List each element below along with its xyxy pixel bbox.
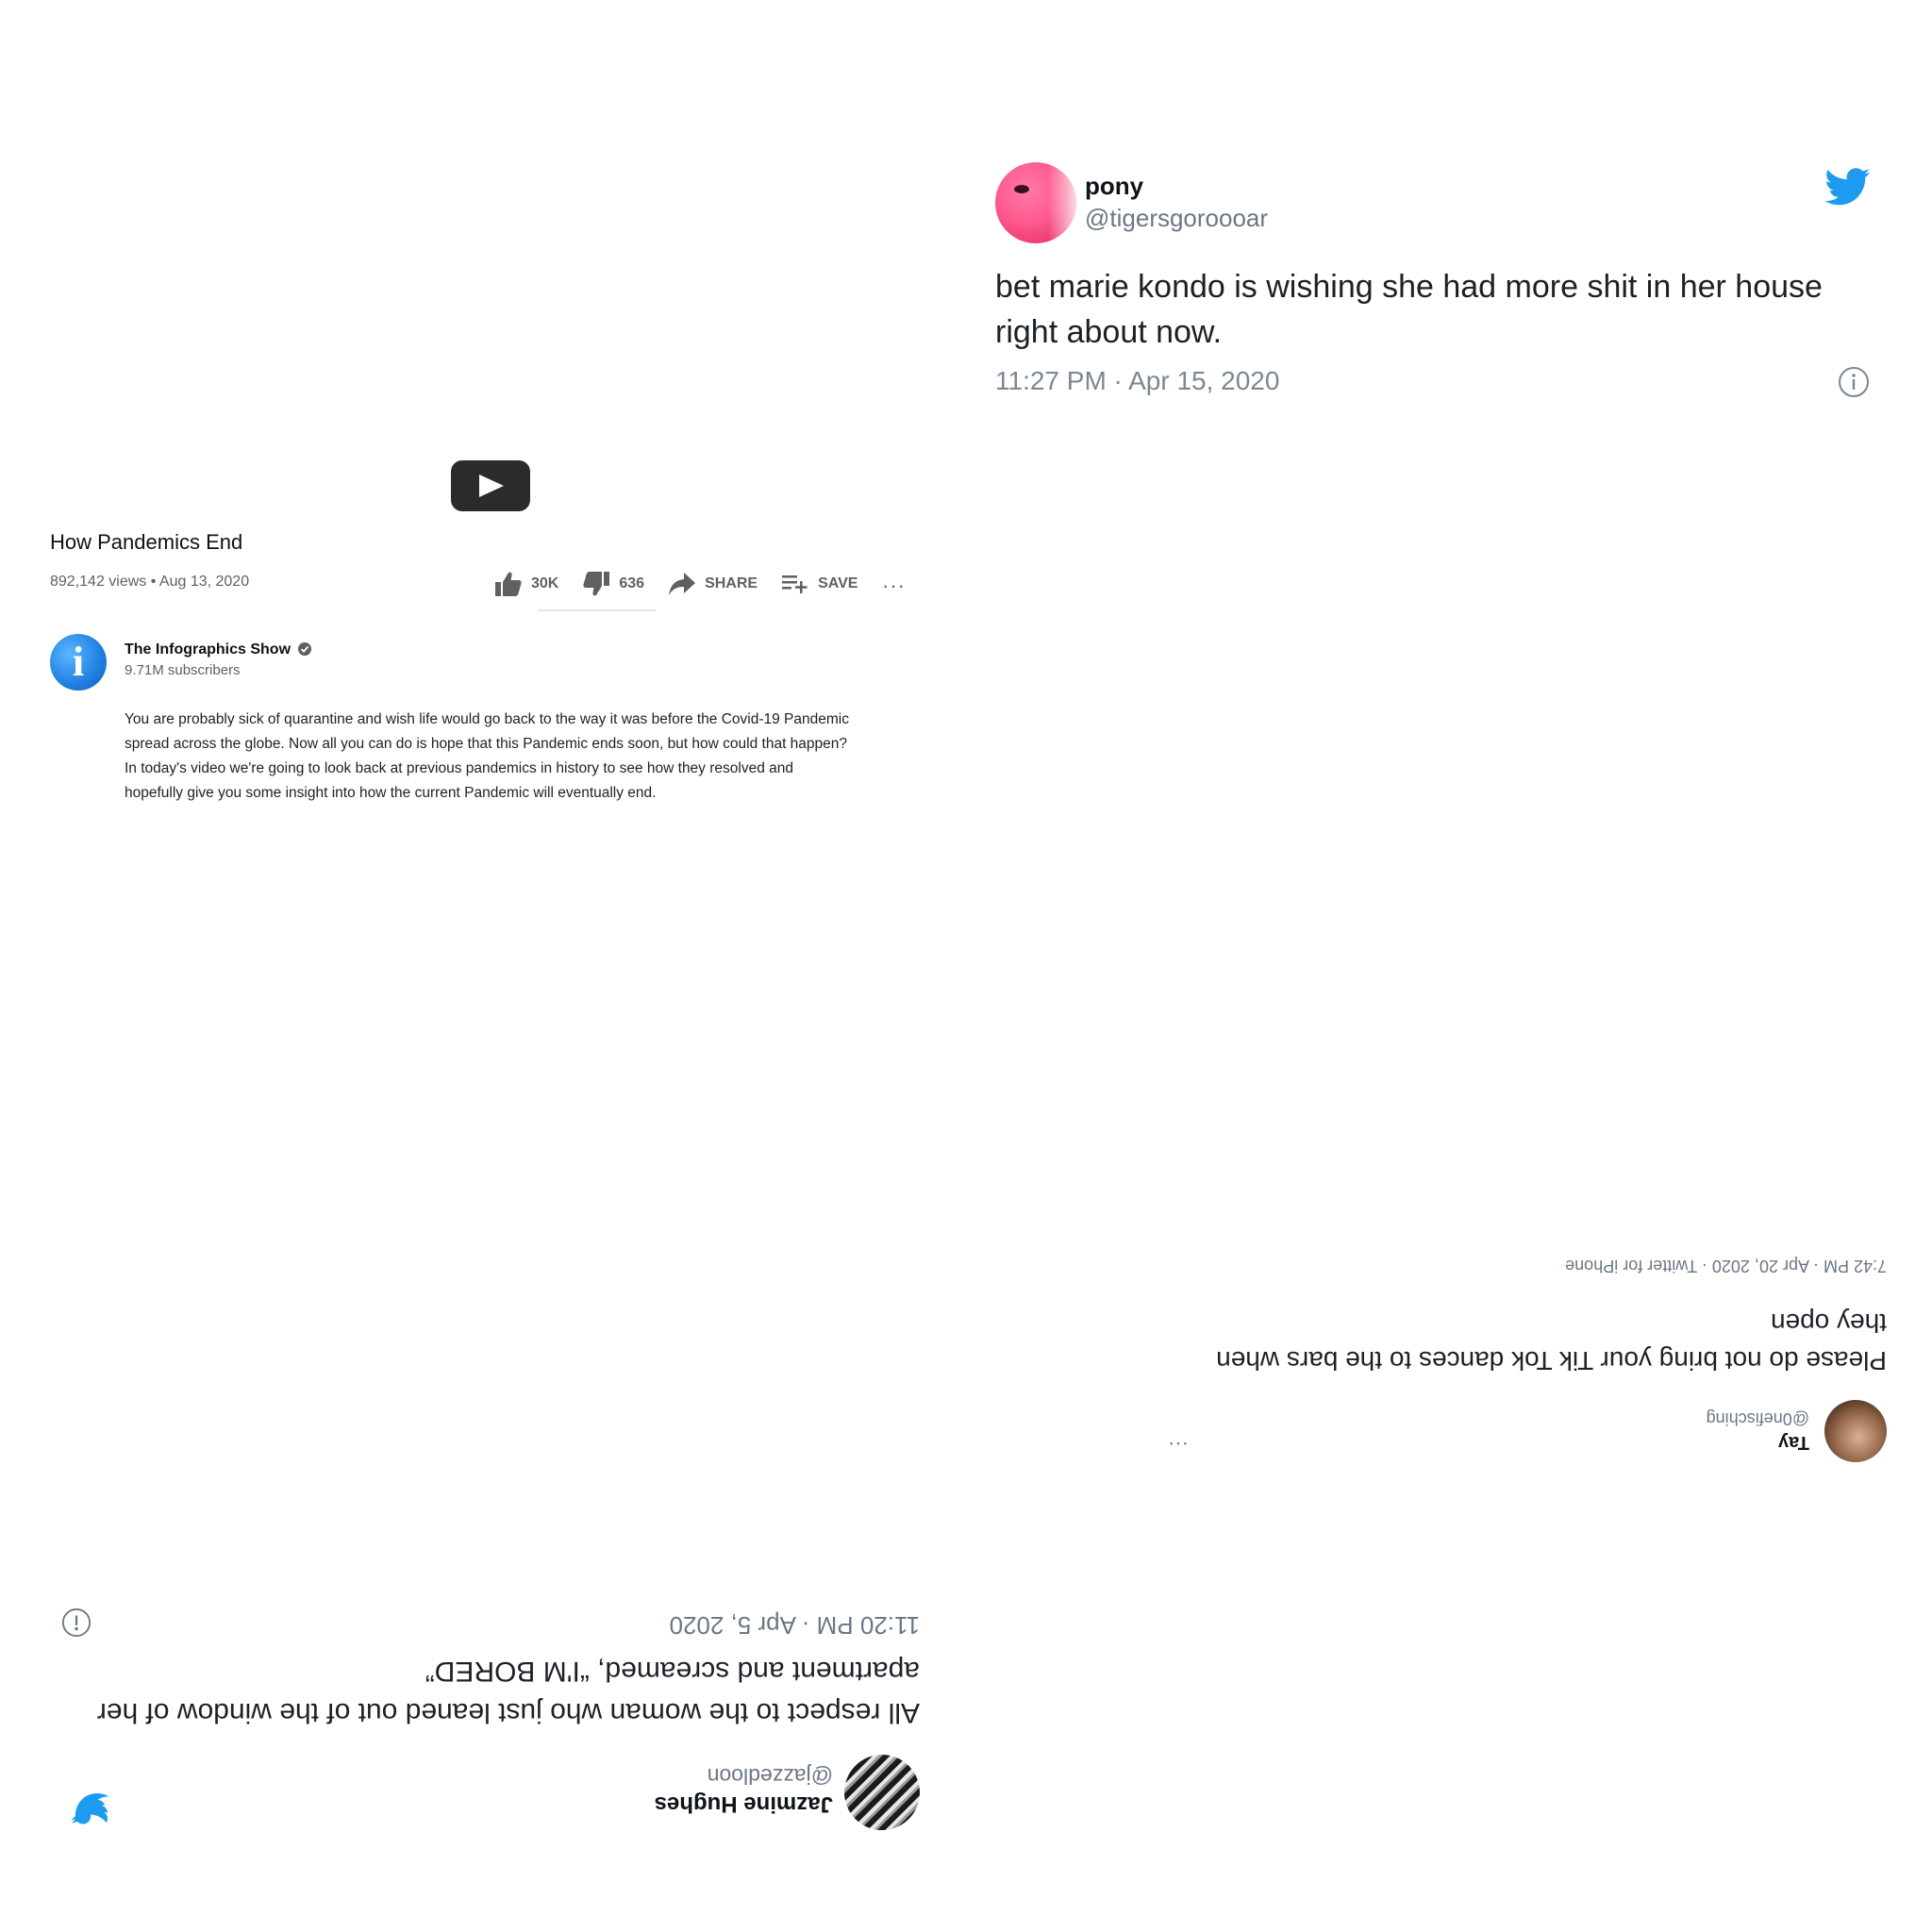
subscriber-count: 9.71M subscribers (125, 662, 241, 678)
tweet-timestamp[interactable]: 11:20 PM · Apr 5, 2020 (670, 1610, 920, 1640)
video-meta: 892,142 views • Aug 13, 2020 (50, 574, 250, 590)
tweet-jazmine: Jazmine Hughes @jazzedloon All respect t… (52, 1575, 920, 1830)
thumbs-down-icon (583, 572, 610, 596)
like-ratio-bar (538, 609, 656, 611)
tweet-timestamp[interactable]: 7:42 PM · Apr 20, 2020 · Twitter for iPh… (1565, 1256, 1887, 1275)
tweet-pony: pony @tigersgoroooar bet marie kondo is … (995, 160, 1873, 406)
channel-avatar[interactable]: i (50, 634, 107, 691)
tweet-author-handle[interactable]: @tigersgoroooar (1085, 204, 1268, 233)
dislike-button[interactable]: 636 (583, 572, 644, 596)
save-label: SAVE (818, 575, 858, 591)
video-description: You are probably sick of quarantine and … (125, 711, 849, 801)
like-button[interactable]: 30K (495, 572, 558, 596)
video-actions: 30K 636 SHARE SAVE (495, 570, 882, 598)
share-button[interactable]: SHARE (669, 573, 758, 595)
avatar[interactable] (1824, 1400, 1887, 1462)
play-button-icon[interactable] (451, 460, 530, 511)
channel-avatar-letter: i (72, 639, 85, 685)
info-icon[interactable] (61, 1607, 92, 1638)
tweet-text: Please do not bring your Tik Tok dances … (1216, 1308, 1887, 1375)
verified-check-icon (298, 642, 311, 656)
tweet-author-name[interactable]: Jazmine Hughes (655, 1790, 833, 1817)
share-arrow-icon (669, 573, 696, 595)
tweet-tay: Tay @0nefisching ··· Please do not bring… (1160, 1245, 1887, 1462)
dislike-count: 636 (619, 575, 645, 591)
youtube-video-panel: How Pandemics End 892,142 views • Aug 13… (47, 453, 915, 830)
tweet-author-handle[interactable]: @0nefisching (1707, 1408, 1809, 1428)
avatar[interactable] (995, 162, 1076, 243)
tweet-author-handle[interactable]: @jazzedloon (708, 1763, 833, 1789)
more-dots-icon[interactable]: ··· (882, 574, 906, 598)
tweet-author-name[interactable]: Tay (1778, 1431, 1809, 1453)
twitter-bird-icon[interactable] (71, 1792, 108, 1824)
video-title: How Pandemics End (50, 530, 243, 554)
tweet-text: bet marie kondo is wishing she had more … (995, 269, 1823, 350)
info-icon[interactable] (1838, 366, 1870, 398)
tweet-text: All respect to the woman who just leaned… (96, 1656, 920, 1728)
like-count: 30K (531, 575, 559, 591)
tweet-author-name[interactable]: pony (1085, 172, 1143, 201)
channel-name[interactable]: The Infographics Show (125, 641, 291, 658)
tweet-timestamp[interactable]: 11:27 PM · Apr 15, 2020 (995, 366, 1279, 396)
more-dots-icon[interactable]: ··· (1168, 1432, 1189, 1457)
twitter-bird-icon[interactable] (1825, 168, 1871, 206)
share-label: SHARE (705, 575, 758, 591)
save-button[interactable]: SAVE (782, 574, 858, 594)
avatar[interactable] (844, 1755, 920, 1830)
playlist-add-icon (782, 575, 808, 593)
thumbs-up-icon (495, 572, 522, 596)
